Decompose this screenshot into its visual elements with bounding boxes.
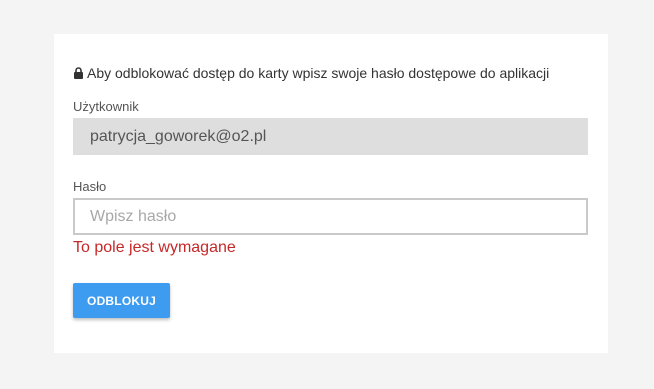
password-label: Hasło (73, 179, 107, 194)
unlock-notice: Aby odblokować dostęp do karty wpisz swo… (73, 65, 549, 81)
password-input[interactable] (73, 198, 588, 235)
username-field: patrycja_goworek@o2.pl (73, 118, 588, 155)
unlock-button[interactable]: ODBLOKUJ (73, 283, 170, 318)
unlock-notice-text: Aby odblokować dostęp do karty wpisz swo… (87, 65, 550, 81)
username-label: Użytkownik (73, 99, 139, 114)
password-error-message: To pole jest wymagane (73, 239, 236, 256)
unlock-card: Aby odblokować dostęp do karty wpisz swo… (54, 34, 608, 353)
lock-icon (74, 67, 83, 79)
